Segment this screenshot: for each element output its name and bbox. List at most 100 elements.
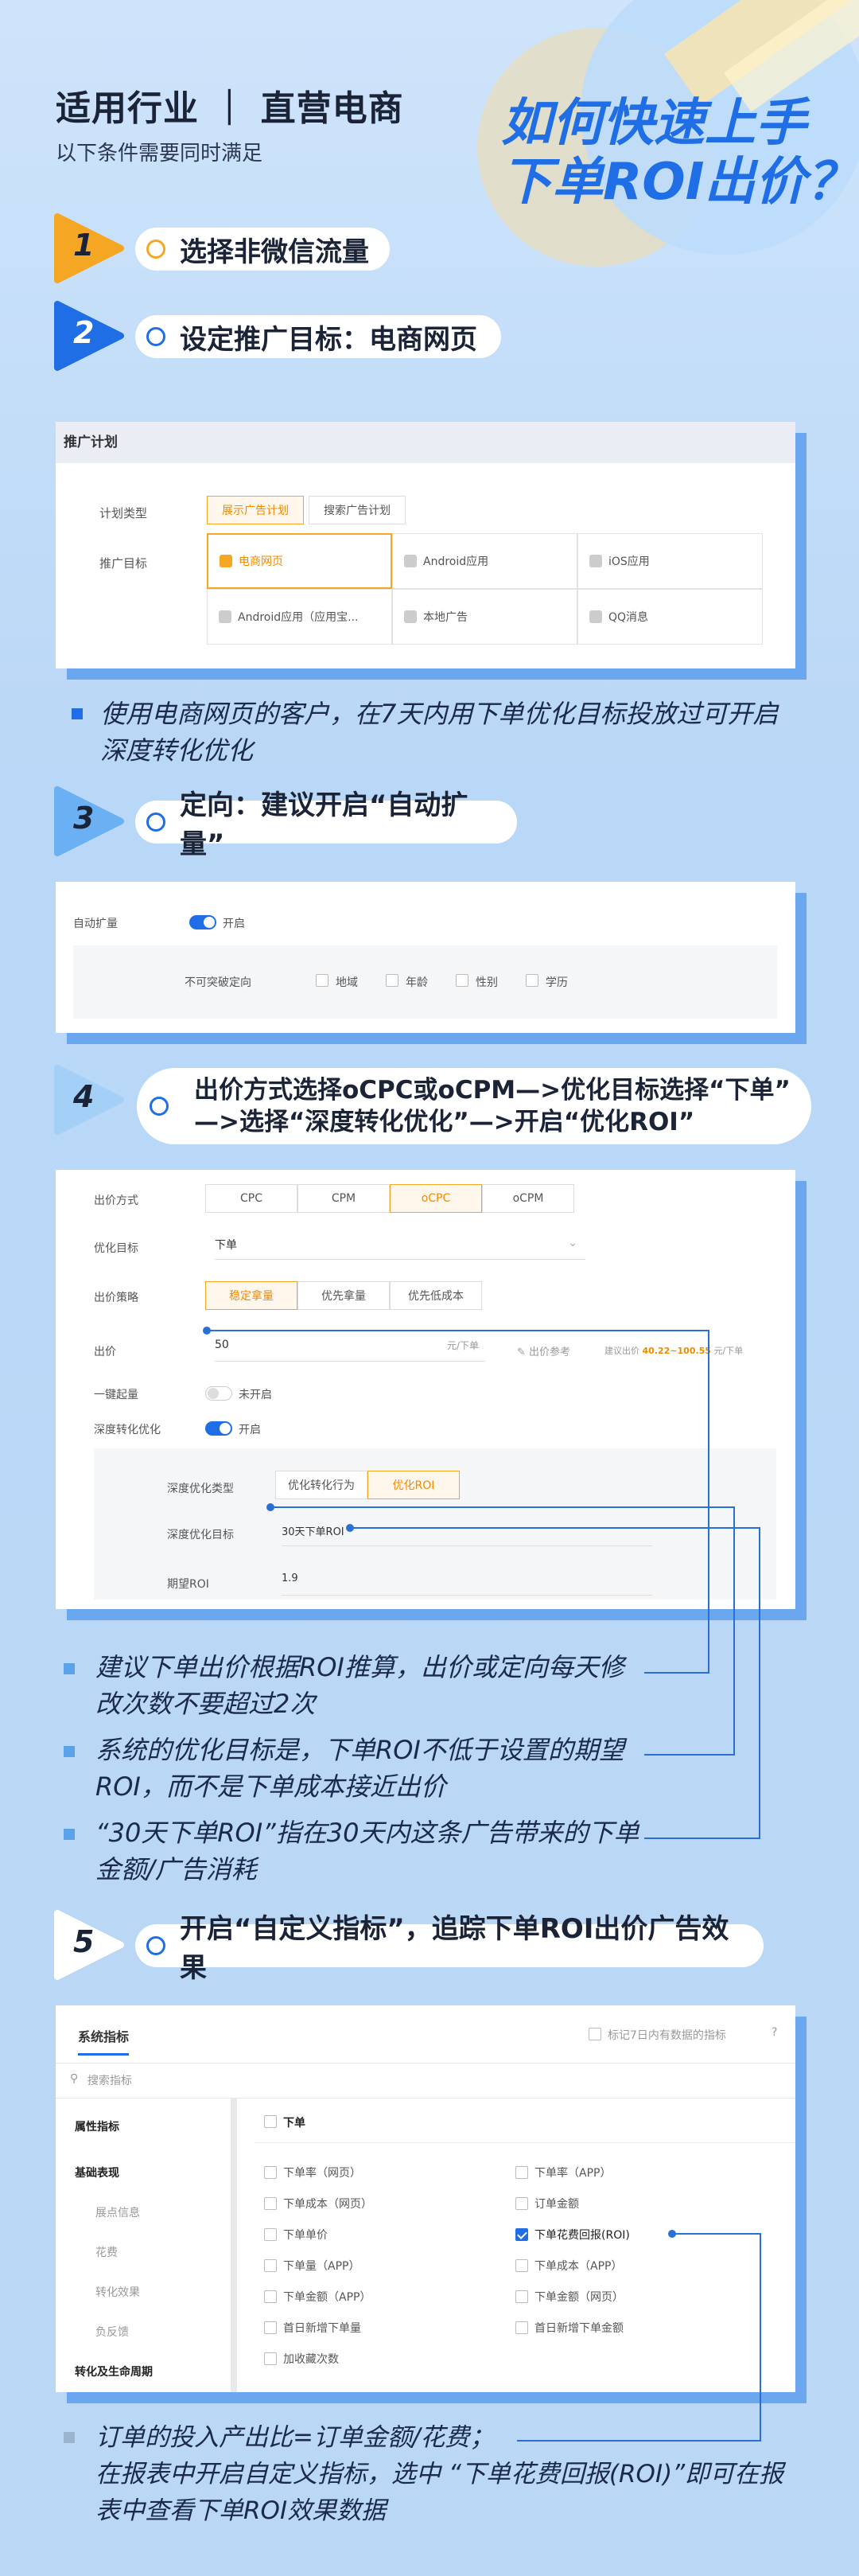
metric-checkbox-roi[interactable] [515, 2228, 528, 2241]
bullet-square-icon [64, 2432, 75, 2443]
scrollbar[interactable] [231, 2098, 237, 2392]
goal-android-yyb[interactable]: Android应用（应用宝... [207, 589, 392, 645]
strategy-lowcost[interactable]: 优先低成本 [390, 1281, 482, 1310]
bullet-dot-icon [150, 1097, 169, 1116]
connector-line [672, 2233, 761, 2235]
metric-checkbox[interactable] [264, 2352, 277, 2365]
deep-conv-panel: 深度优化类型 优化转化行为 优化ROI 深度优化目标 30天下单ROI 期望RO… [94, 1448, 776, 1600]
group-checkbox[interactable] [264, 2115, 277, 2128]
side-item[interactable]: 基础表现 [75, 2165, 119, 2180]
search-icon: ⚲ [70, 2072, 79, 2085]
toggle-text: 开启 [239, 1424, 261, 1436]
note-text: “30天下单ROI”指在30天内这条广告带来的下单金额/广告消耗 [95, 1818, 639, 1884]
select-value: 下单 [215, 1239, 237, 1252]
expect-roi-input[interactable]: 1.9 [282, 1572, 652, 1596]
goal-ecommerce[interactable]: 电商网页 [207, 533, 392, 589]
option-checkbox[interactable] [456, 974, 468, 987]
metric-checkbox[interactable] [264, 2166, 277, 2179]
goal-local[interactable]: 本地广告 [392, 589, 577, 645]
connector-line [760, 2233, 761, 2442]
toggle-text: 未开启 [239, 1389, 272, 1401]
deep-conv-toggle[interactable] [205, 1421, 232, 1436]
plan-type-display[interactable]: 展示广告计划 [207, 496, 304, 524]
metric-label: 下单成本（APP） [534, 2260, 623, 2273]
goal-android[interactable]: Android应用 [392, 533, 577, 589]
side-item[interactable]: 转化及生命周期 [75, 2364, 153, 2379]
auto-expand-toggle[interactable] [189, 915, 216, 929]
method-ocpm[interactable]: oCPM [482, 1184, 574, 1213]
side-item[interactable]: 展点信息 [95, 2204, 140, 2220]
one-click-toggle[interactable] [205, 1386, 232, 1401]
opt-goal-label: 优化目标 [94, 1242, 138, 1255]
divider [56, 2063, 795, 2064]
deep-type-roi[interactable]: 优化ROI [367, 1471, 460, 1499]
suggest-range: 40.22~100.55 [642, 1346, 711, 1356]
bullet-square-icon [72, 708, 83, 719]
metric-label: 下单单价 [283, 2229, 328, 2242]
price-input[interactable]: 50 元/下单 [215, 1339, 485, 1362]
side-item[interactable]: 花费 [95, 2244, 118, 2260]
metric-checkbox[interactable] [515, 2259, 528, 2272]
search-input[interactable]: 搜索指标 [87, 2072, 132, 2088]
option-checkbox[interactable] [386, 974, 398, 987]
metric-checkbox[interactable] [515, 2290, 528, 2303]
metric-checkbox[interactable] [515, 2166, 528, 2179]
metric-checkbox[interactable] [264, 2197, 277, 2210]
strategy-volume[interactable]: 优先拿量 [297, 1281, 390, 1310]
metric-label: 首日新增下单量 [283, 2322, 361, 2335]
bullet-dot-icon [146, 1936, 165, 1955]
auto-expand-label: 自动扩量 [73, 918, 118, 930]
bullet-dot-icon [146, 240, 165, 259]
metric-checkbox[interactable] [264, 2290, 277, 2303]
metric-checkbox[interactable] [264, 2321, 277, 2334]
metric-checkbox[interactable] [515, 2321, 528, 2334]
step-text: 设定推广目标：电商网页 [180, 323, 477, 356]
metric-label: 首日新增下单金额 [534, 2322, 624, 2335]
connector-line [644, 1672, 709, 1674]
step-number: 5 [73, 1924, 95, 1959]
suggest-suffix: 元/下单 [713, 1346, 744, 1356]
help-icon[interactable]: ? [772, 2026, 777, 2039]
apple-icon [589, 555, 602, 567]
metric-checkbox[interactable] [264, 2228, 277, 2241]
option-checkbox[interactable] [526, 974, 538, 987]
deep-type-behavior[interactable]: 优化转化行为 [275, 1471, 367, 1499]
step-text: 定向：建议开启“自动扩量” [180, 789, 468, 860]
expect-roi-label: 期望ROI [167, 1578, 209, 1591]
method-cpm[interactable]: CPM [297, 1184, 390, 1213]
strategy-stable[interactable]: 稳定拿量 [205, 1281, 297, 1310]
price-ref-link[interactable]: ✎ 出价参考 [517, 1343, 570, 1358]
side-item[interactable]: 负反馈 [95, 2324, 129, 2340]
option-checkbox[interactable] [316, 974, 328, 987]
option-label: 学历 [546, 976, 568, 989]
goal-text: Android应用 [423, 555, 489, 568]
goal-text: iOS应用 [608, 555, 650, 568]
opt-goal-select[interactable]: 下单 ⌄ [215, 1237, 585, 1260]
metric-checkbox[interactable] [515, 2197, 528, 2210]
hero-title: 如何快速上手 下单ROI出价？ [501, 94, 857, 212]
hero-line: 如何快速上手 [501, 94, 807, 153]
goal-ios[interactable]: iOS应用 [577, 533, 763, 589]
industry-title: 适用行业 ｜ 直营电商 [56, 88, 404, 129]
mark-checkbox[interactable] [589, 2028, 601, 2040]
one-click-label: 一键起量 [94, 1389, 138, 1401]
shop-icon [220, 555, 232, 567]
goal-qq[interactable]: QQ消息 [577, 589, 763, 645]
plan-type-search[interactable]: 搜索广告计划 [309, 496, 406, 524]
step-pill: 设定推广目标：电商网页 [135, 315, 501, 358]
expand-card: 自动扩量 开启 不可突破定向 地域 年龄 性别 学历 [56, 882, 795, 1033]
connector-line [708, 1330, 709, 1674]
connector-line [350, 1527, 760, 1529]
step-number: 4 [73, 1079, 95, 1114]
step-pill: 出价方式选择oCPC或oCPM—>优化目标选择“下单” —>选择“深度转化优化”… [137, 1068, 811, 1144]
bid-method-label: 出价方式 [94, 1194, 138, 1207]
side-item[interactable]: 转化效果 [95, 2284, 140, 2300]
method-cpc[interactable]: CPC [205, 1184, 297, 1213]
metric-checkbox[interactable] [264, 2259, 277, 2272]
side-item[interactable]: 属性指标 [75, 2118, 119, 2134]
step-number: 1 [73, 228, 95, 263]
tab-system-metrics[interactable]: 系统指标 [78, 2026, 130, 2056]
bullet-square-icon [64, 1829, 75, 1840]
method-ocpc[interactable]: oCPC [390, 1184, 482, 1213]
step-pill: 定向：建议开启“自动扩量” [135, 789, 517, 860]
